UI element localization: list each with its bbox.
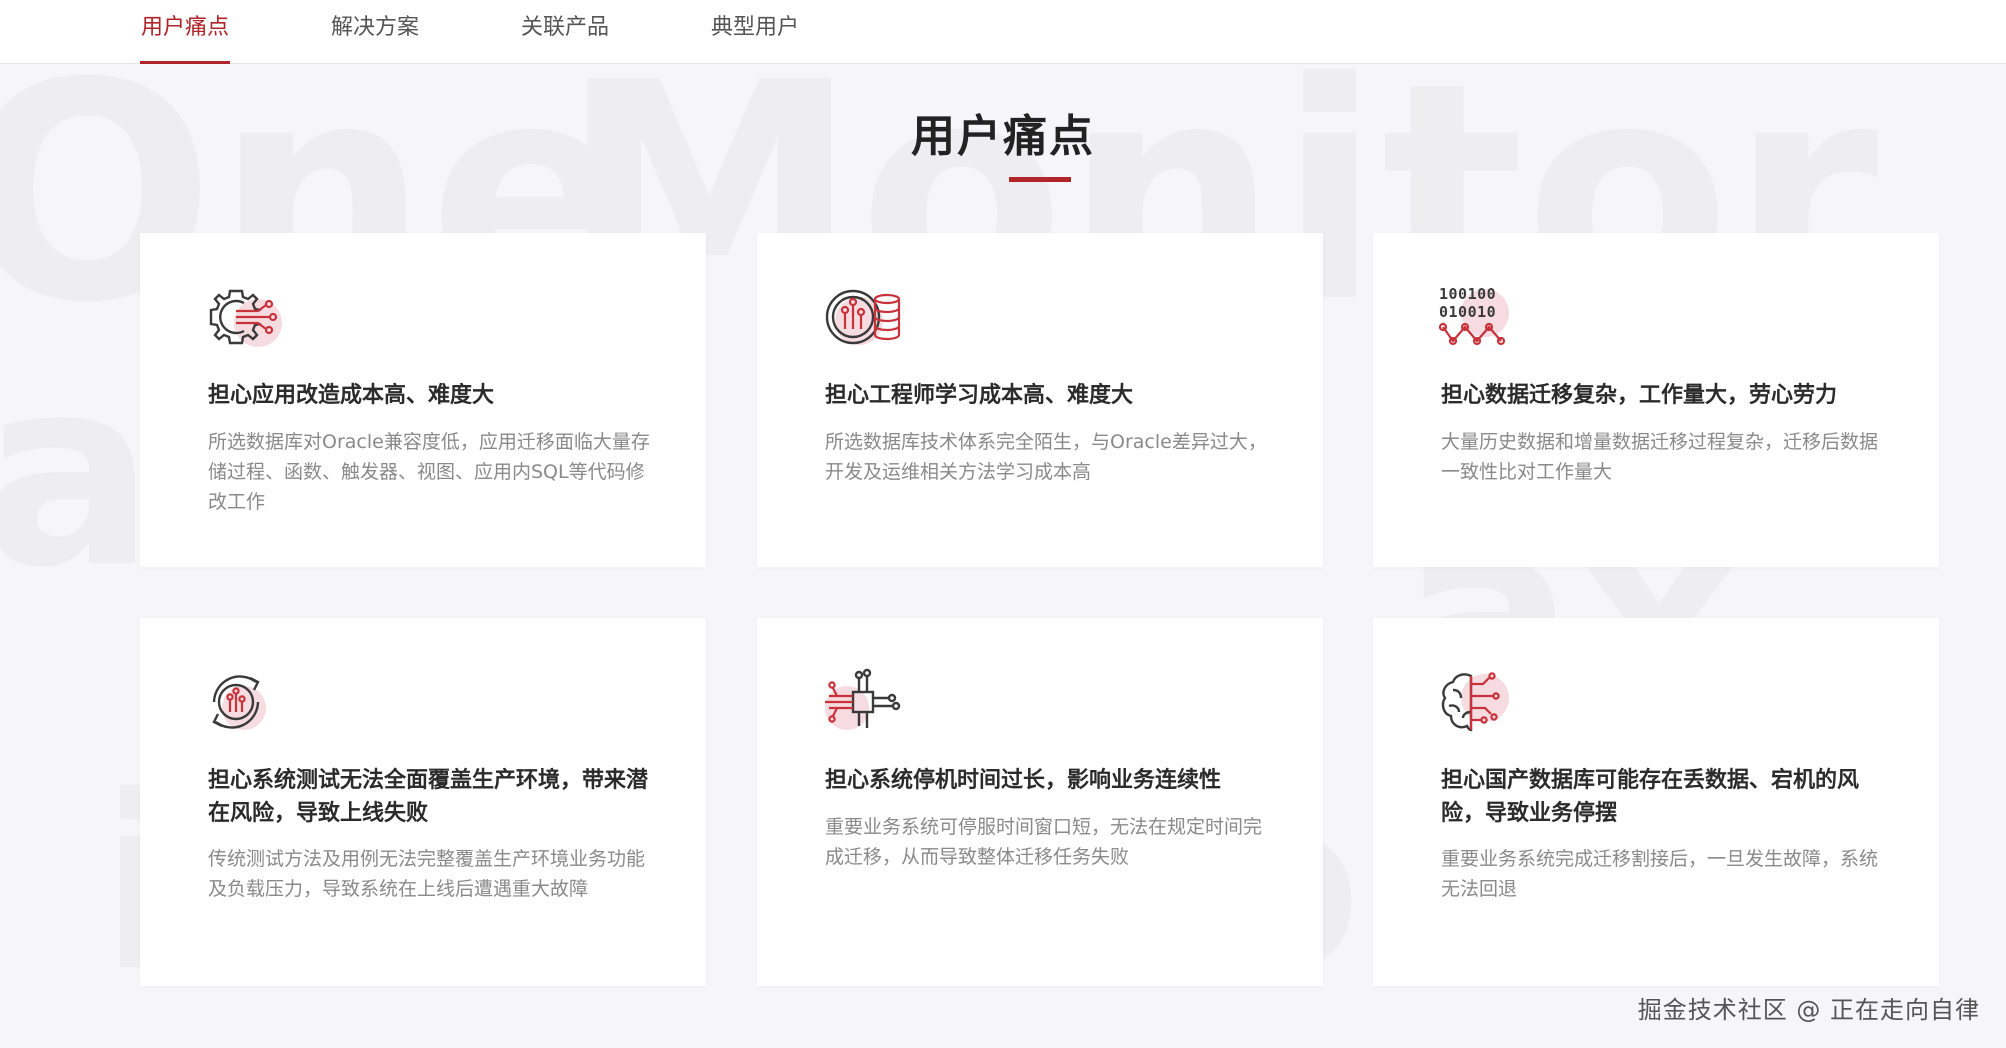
pain-point-card: 担心国产数据库可能存在丢数据、宕机的风险，导致业务停摆 重要业务系统完成迁移割接…: [1373, 618, 1939, 986]
card-description: 重要业务系统完成迁移割接后，一旦发生故障，系统无法回退: [1441, 848, 1879, 900]
active-tab-indicator: [140, 61, 230, 64]
pain-point-card: 担心应用改造成本高、难度大 所选数据库对Oracle兼容度低，应用迁移面临大量存…: [140, 233, 706, 567]
card-description: 大量历史数据和增量数据迁移过程复杂，迁移后数据一致性比对工作量大: [1441, 431, 1879, 483]
top-nav: 用户痛点 解决方案 关联产品 典型用户: [0, 0, 2006, 64]
pain-point-card: 担心系统测试无法全面覆盖生产环境，带来潜在风险，导致上线失败 传统测试方法及用例…: [140, 618, 706, 986]
pain-point-card: 100100 010010 担心数据迁移复杂，工作量大，劳心劳力 大量历史数据和…: [1373, 233, 1939, 567]
pain-point-card: 担心系统停机时间过长，影响业务连续性 重要业务系统可停服时间窗口短，无法在规定时…: [757, 618, 1323, 986]
gear-circuit-icon: [209, 289, 282, 347]
section-title: 用户痛点: [911, 111, 1095, 162]
pain-point-card: 担心工程师学习成本高、难度大 所选数据库技术体系完全陌生，与Oracle差异过大…: [757, 233, 1323, 567]
card-title: 担心系统测试无法全面覆盖生产环境，带来潜在风险，导致上线失败: [208, 768, 649, 826]
card-description: 所选数据库对Oracle兼容度低，应用迁移面临大量存储过程、函数、触发器、视图、…: [208, 431, 650, 513]
tab-label: 解决方案: [330, 15, 419, 40]
watermark: 掘金技术社区 @ 正在走向自律: [1637, 996, 1980, 1024]
brain-circuit-icon: [1441, 672, 1509, 732]
tab-pain-points[interactable]: 用户痛点: [140, 0, 230, 64]
card-description: 传统测试方法及用例无法完整覆盖生产环境业务功能及负载压力，导致系统在上线后遭遇重…: [208, 848, 646, 900]
card-title: 担心应用改造成本高、难度大: [208, 383, 495, 408]
binary-data-icon: 100100 010010: [1439, 285, 1509, 346]
tab-solutions[interactable]: 解决方案: [330, 0, 420, 64]
card-description: 所选数据库技术体系完全陌生，与Oracle差异过大，开发及运维相关方法学习成本高: [825, 431, 1267, 483]
tab-typical-users[interactable]: 典型用户: [710, 0, 800, 64]
card-title: 担心系统停机时间过长，影响业务连续性: [825, 768, 1222, 793]
svg-text:100100: 100100: [1439, 285, 1496, 303]
refresh-circuit-icon: [212, 675, 266, 730]
tab-label: 典型用户: [710, 15, 799, 40]
tab-related-products[interactable]: 关联产品: [520, 0, 610, 64]
card-description: 重要业务系统可停服时间窗口短，无法在规定时间完成迁移，从而导致整体迁移任务失败: [825, 816, 1263, 868]
tab-label: 关联产品: [520, 15, 609, 40]
card-title: 担心工程师学习成本高、难度大: [825, 383, 1134, 408]
svg-text:010010: 010010: [1439, 303, 1496, 321]
card-title: 担心国产数据库可能存在丢数据、宕机的风险，导致业务停摆: [1441, 768, 1860, 826]
coin-stack-circuit-icon: [825, 289, 901, 345]
page: One Monitor ab ax ion Tools 用户痛点 解决方案 关联…: [0, 0, 2006, 1048]
card-title: 担心数据迁移复杂，工作量大，劳心劳力: [1441, 383, 1838, 408]
tab-label: 用户痛点: [140, 15, 229, 40]
title-underline: [1009, 177, 1071, 182]
chip-icon: [825, 668, 901, 730]
